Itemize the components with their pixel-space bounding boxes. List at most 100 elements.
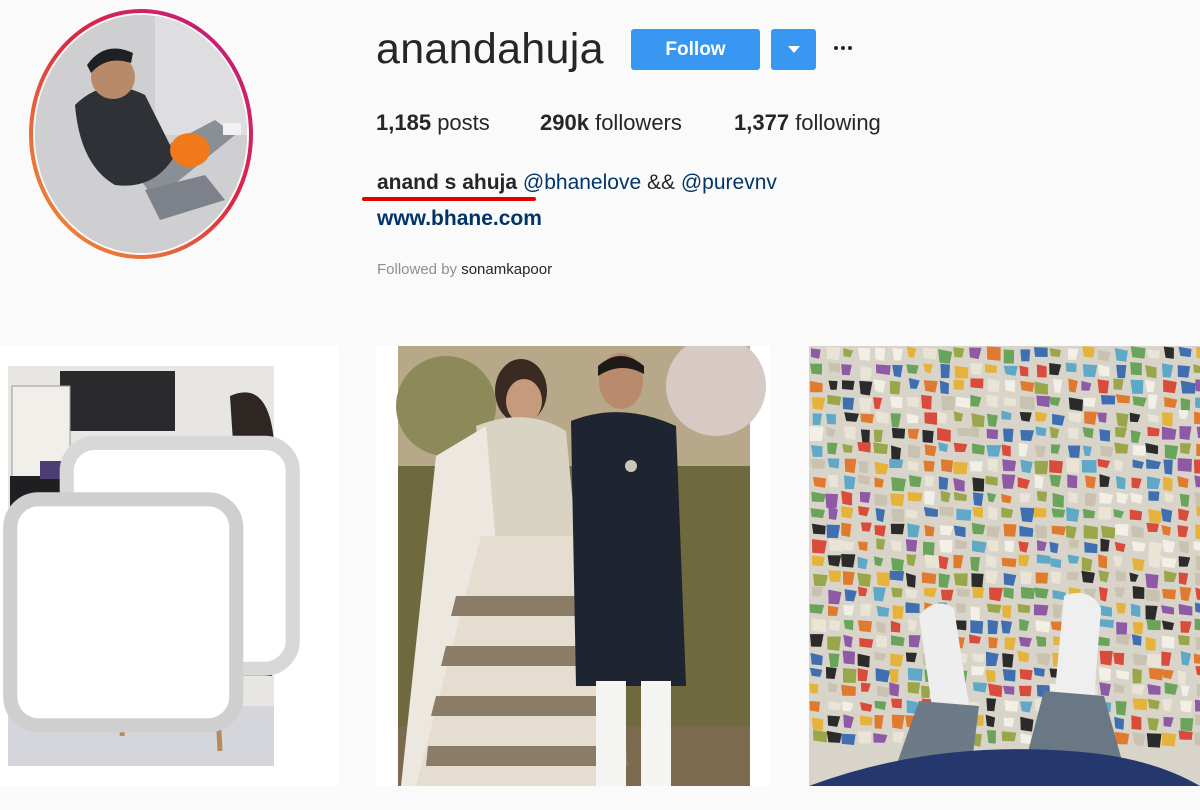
mosaic-tile [1193, 411, 1200, 425]
mosaic-tile [923, 460, 935, 472]
posts-count: 1,185 posts [376, 110, 490, 136]
mosaic-tile [1177, 365, 1191, 378]
mosaic-tile [827, 636, 842, 651]
mosaic-tile [986, 540, 999, 552]
mosaic-tile [1148, 491, 1160, 501]
mosaic-tile [809, 701, 821, 713]
mosaic-tile [1067, 445, 1081, 458]
followers-link[interactable]: 290k followers [540, 110, 682, 136]
mosaic-tile [1178, 635, 1190, 646]
mosaic-tile [907, 667, 923, 681]
posts-count-value: 1,185 [376, 110, 432, 135]
mosaic-tile [1051, 508, 1066, 518]
post-thumbnail-1[interactable] [0, 346, 339, 786]
mosaic-tile [1130, 362, 1142, 376]
mosaic-tile [860, 603, 872, 616]
posts-count-label: posts [437, 110, 490, 135]
mosaic-tile [1081, 460, 1097, 473]
followed-by-user-link[interactable]: sonamkapoor [461, 261, 552, 278]
mosaic-tile [1130, 346, 1146, 359]
mosaic-tile [825, 413, 836, 425]
mosaic-tile [1035, 572, 1049, 584]
mosaic-tile [1193, 653, 1200, 664]
mosaic-tile [875, 364, 891, 376]
mosaic-tile [810, 445, 823, 457]
mosaic-tile [1145, 589, 1160, 602]
profile-page: anandahuja Follow 1,185 posts 290k follo… [0, 0, 1200, 810]
mosaic-tile [841, 506, 854, 519]
mosaic-tile [1001, 444, 1011, 457]
mosaic-tile [986, 525, 1000, 538]
mosaic-tile [924, 490, 936, 506]
mosaic-tile [1066, 458, 1080, 473]
mosaic-tile [1161, 557, 1177, 569]
mosaic-tile [828, 362, 841, 373]
mosaic-tile [1033, 604, 1049, 616]
mosaic-tile [1132, 557, 1145, 571]
mosaic-tile [953, 442, 968, 453]
mosaic-tile [841, 490, 853, 506]
mosaic-tile [1194, 732, 1200, 746]
mosaic-tile [1177, 458, 1192, 472]
mosaic-tile [1130, 379, 1144, 394]
mosaic-tile [970, 605, 980, 621]
bio-separator: && [646, 171, 675, 194]
mosaic-tile [1162, 588, 1176, 600]
mosaic-tile [1100, 394, 1116, 405]
follow-button[interactable]: Follow [631, 29, 760, 70]
bio-mention-bhanelove[interactable]: @bhanelove [523, 171, 641, 194]
mosaic-tile [986, 428, 999, 440]
mosaic-tile [876, 635, 888, 649]
post-2-photo [376, 346, 770, 786]
avatar-illustration [35, 15, 247, 253]
mosaic-tile [891, 508, 905, 523]
suggestions-dropdown-button[interactable] [771, 29, 816, 70]
mosaic-tile [1163, 476, 1173, 492]
mosaic-tile [842, 397, 855, 411]
mosaic-tile [891, 698, 902, 709]
mosaic-tile [953, 461, 968, 475]
mosaic-tile [1004, 700, 1019, 712]
mosaic-tile [825, 493, 839, 509]
mosaic-tile [828, 619, 841, 632]
multiple-photos-icon [3, 435, 300, 733]
followers-count-label: followers [595, 110, 682, 135]
profile-avatar[interactable] [29, 9, 253, 259]
avatar-photo [35, 15, 247, 253]
followers-count-value: 290k [540, 110, 589, 135]
mosaic-tile [1003, 523, 1017, 537]
mosaic-tile [1195, 524, 1200, 539]
mosaic-tile [859, 637, 874, 649]
mosaic-tile [890, 493, 905, 507]
mosaic-tile [1065, 362, 1077, 373]
mosaic-tile [859, 491, 871, 504]
mosaic-tile [890, 396, 903, 409]
mosaic-tile [812, 573, 828, 587]
following-link[interactable]: 1,377 following [734, 110, 881, 136]
mosaic-tile [1115, 524, 1129, 536]
post-thumbnail-3[interactable] [809, 346, 1200, 786]
mosaic-tile [1132, 621, 1144, 635]
mosaic-tile [924, 554, 940, 569]
mosaic-tile [875, 347, 886, 361]
post-thumbnail-2[interactable] [376, 346, 770, 786]
mosaic-tile [1147, 653, 1162, 668]
mosaic-tile [809, 634, 824, 647]
mosaic-tile [1084, 492, 1097, 507]
mosaic-tile [1193, 541, 1200, 551]
mosaic-tile [810, 459, 826, 470]
mosaic-tile [1178, 730, 1193, 740]
mosaic-tile [972, 507, 983, 518]
mosaic-tile [1113, 378, 1124, 390]
mosaic-tile [1003, 428, 1014, 443]
mosaic-tile [889, 380, 901, 395]
mosaic-tile [857, 347, 871, 361]
mosaic-tile [857, 620, 873, 633]
mosaic-tile [1114, 716, 1125, 730]
profile-website-link[interactable]: www.bhane.com [377, 207, 542, 231]
bio-mention-purevnv[interactable]: @purevnv [681, 171, 777, 194]
mosaic-tile [907, 492, 923, 502]
more-options-button[interactable] [831, 36, 855, 60]
mosaic-tile [1067, 571, 1080, 581]
mosaic-tile [1068, 397, 1084, 412]
